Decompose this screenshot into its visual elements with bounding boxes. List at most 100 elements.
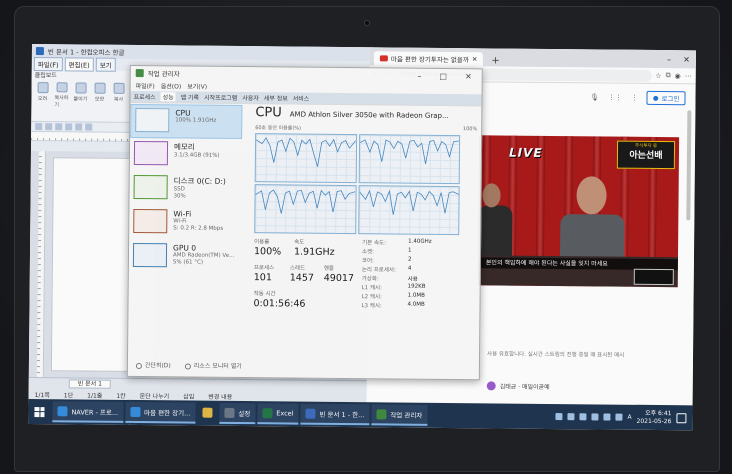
notification-icon[interactable] xyxy=(676,412,687,423)
menu-file[interactable]: 파일(F) xyxy=(136,81,155,90)
tab-performance[interactable]: 성능 xyxy=(160,92,176,102)
settings-dots-icon[interactable]: ⋮ xyxy=(631,94,638,102)
taskbar-app-naver[interactable]: NAVER - 프로... xyxy=(52,401,124,423)
tab-processes[interactable]: 프로세스 xyxy=(133,92,155,101)
toolbar-icon[interactable] xyxy=(45,123,53,131)
toolbar-icon[interactable] xyxy=(35,123,43,131)
tab-app-history[interactable]: 앱 기록 xyxy=(181,92,200,101)
windows-logo-icon xyxy=(34,406,45,417)
hwp-icon xyxy=(305,408,316,419)
browser-close-icon[interactable]: ✕ xyxy=(683,55,690,64)
toolbar-icon[interactable] xyxy=(55,123,63,131)
task-manager-icon xyxy=(376,408,387,419)
cpu-core-graph xyxy=(357,185,460,236)
webcam xyxy=(364,20,370,26)
excel-icon xyxy=(262,407,273,418)
disk-thumbnail-graph xyxy=(133,174,168,200)
profile-icon[interactable]: ◉ xyxy=(675,72,681,80)
brief-view-label: 간단히(D) xyxy=(144,362,171,370)
video-channel-sign: 주식투자 중 아는선배 xyxy=(616,140,676,170)
tray-app-icon[interactable] xyxy=(567,413,575,421)
clock[interactable]: 오후 6:41 2021-05-26 xyxy=(636,409,672,425)
video-live-sign: LIVE xyxy=(508,145,543,160)
taskbar-app-label: NAVER - 프로... xyxy=(71,407,119,417)
minimize-icon[interactable]: – xyxy=(417,71,421,80)
hwp-document-tab[interactable]: 빈 문서 1 xyxy=(68,378,111,389)
spec-label: 코어: xyxy=(361,258,374,265)
mic-icon[interactable]: 🎙 xyxy=(590,93,599,101)
wifi-icon[interactable] xyxy=(603,413,611,421)
format-copy-button[interactable]: 복사 xyxy=(111,82,125,109)
toolbar-icon[interactable] xyxy=(65,123,73,131)
login-button[interactable]: ● 로그인 xyxy=(646,90,686,106)
more-icon[interactable]: ⋯ xyxy=(685,72,692,80)
collections-icon[interactable]: ⧉ xyxy=(666,71,671,80)
browser-scrollbar[interactable] xyxy=(686,110,692,221)
performance-sidebar: CPU 100% 1.91GHz 메모리 3.1/3.4GB (91%) 디스크… xyxy=(128,103,243,355)
sidebar-item-cpu[interactable]: CPU 100% 1.91GHz xyxy=(130,103,243,140)
apps-grid-icon[interactable]: ⋮⋮ xyxy=(608,94,622,102)
spec-label: L3 캐시: xyxy=(361,303,382,310)
youtube-video-player[interactable]: LIVE 주식투자 중 아는선배 본인의 책임하에 해야 된다는 사실을 잊지 … xyxy=(477,135,680,288)
taskbar-app-excel[interactable]: Excel xyxy=(257,403,299,425)
browser-tab-youtube[interactable]: 마음 편한 장기투자는 없을까 ✕ xyxy=(373,51,484,67)
format-button[interactable]: 모양 xyxy=(92,82,106,109)
taskbar-app-taskmanager[interactable]: 작업 관리자 xyxy=(371,404,428,426)
sidebar-item-wifi[interactable]: Wi-Fi Wi-Fi S: 0.2 R: 2.8 Mbps xyxy=(129,206,241,241)
maximize-icon[interactable]: □ xyxy=(439,71,447,80)
close-icon[interactable]: ✕ xyxy=(465,72,472,81)
taskbar-app-label: 설정 xyxy=(238,409,251,418)
resource-monitor-label: 리소스 모니터 열기 xyxy=(193,362,242,371)
brush-icon xyxy=(94,82,106,94)
bluetooth-icon[interactable] xyxy=(579,413,587,421)
resource-monitor-link[interactable]: 리소스 모니터 열기 xyxy=(184,360,242,371)
battery-icon[interactable] xyxy=(591,413,599,421)
cut-button[interactable]: 오려 xyxy=(35,82,49,108)
handle-value: 49017 xyxy=(323,272,355,285)
chat-message: 김태균 · 매일이곧예 xyxy=(486,381,550,391)
spec-label: 소켓: xyxy=(361,249,375,256)
brief-view-link[interactable]: 간단히(D) xyxy=(135,360,171,370)
toolbar-icon[interactable] xyxy=(75,123,83,131)
taskbar-app-youtube[interactable]: 마음 편한 장기... xyxy=(124,401,196,424)
paste-icon xyxy=(75,82,87,94)
system-tray: A 오후 6:41 2021-05-26 xyxy=(555,409,692,426)
util-label: 이용률 xyxy=(254,239,270,246)
start-button[interactable] xyxy=(28,399,50,424)
taskbar-app-explorer[interactable] xyxy=(197,403,217,424)
volume-icon[interactable] xyxy=(615,413,623,421)
spec-value: 4.0MB xyxy=(407,301,425,308)
sidebar-item-gpu[interactable]: GPU 0 AMD Radeon(TM) Ve... 5% (61 °C) xyxy=(129,240,241,275)
menu-options[interactable]: 옵션(O) xyxy=(161,81,182,90)
tab-users[interactable]: 사용자 xyxy=(242,93,259,102)
cpu-thumbnail-graph xyxy=(135,107,170,133)
sidebar-item-disk[interactable]: 디스크 0(C: D:) SSD 30% xyxy=(129,172,241,207)
taskbar-app-hwp[interactable]: 빈 문서 1 - 한... xyxy=(300,403,370,426)
new-tab-button[interactable]: + xyxy=(485,55,505,66)
status-cell: 1칸 xyxy=(116,392,126,400)
tab-startup[interactable]: 시작프로그램 xyxy=(204,93,237,102)
paste-button[interactable]: 붙이기 xyxy=(73,82,87,108)
taskbar-app-settings[interactable]: 설정 xyxy=(219,402,256,425)
toolbar-icon[interactable] xyxy=(85,123,93,131)
menu-view[interactable]: 보기(V) xyxy=(187,81,207,90)
ime-indicator[interactable]: A xyxy=(627,414,631,421)
cpu-core-graph xyxy=(254,184,357,235)
cut-label: 오려 xyxy=(37,96,48,103)
copy-button[interactable]: 복사하기 xyxy=(54,82,68,108)
browser-minimize-icon[interactable]: – xyxy=(667,55,671,64)
status-line: 1/1줄 xyxy=(87,392,103,400)
cpu-stats: 이용률 100% 속도 1.91GHz 프로세스 101 스레드 1457 핸들… xyxy=(253,237,476,329)
wifi-thumbnail-graph xyxy=(133,208,168,234)
hwp-logo-icon xyxy=(35,47,44,56)
sidebar-item-memory[interactable]: 메모리 3.1/3.4GB (91%) xyxy=(130,138,242,173)
tab-details[interactable]: 세부 정보 xyxy=(264,93,288,102)
tab-services[interactable]: 서비스 xyxy=(293,94,310,103)
tab-close-icon[interactable]: ✕ xyxy=(472,55,478,63)
format-copy-icon xyxy=(113,82,125,94)
pen-icon[interactable] xyxy=(555,413,563,421)
favorite-icon[interactable]: ☆ xyxy=(655,71,661,79)
process-label: 프로세스 xyxy=(253,265,275,272)
spec-label: 논리 프로세서: xyxy=(361,267,396,274)
resource-monitor-icon xyxy=(184,362,191,370)
